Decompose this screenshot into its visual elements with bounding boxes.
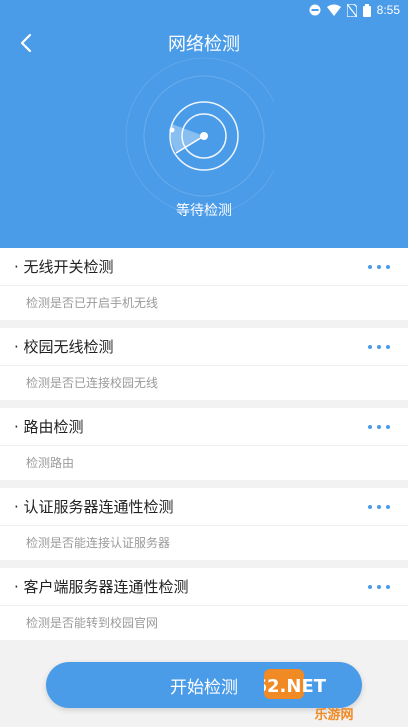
radar-icon: [125, 57, 274, 215]
status-time: 8:55: [376, 3, 400, 17]
check-item-desc: 检测路由: [26, 456, 75, 470]
check-item-router[interactable]: · 路由检测 检测路由: [0, 408, 408, 480]
divider: [0, 285, 408, 286]
no-sim-icon: [346, 3, 357, 17]
check-item-auth-server[interactable]: · 认证服务器连通性检测 检测是否能连接认证服务器: [0, 488, 408, 560]
page-title: 网络检测: [168, 34, 240, 55]
divider: [0, 445, 408, 446]
divider: [0, 365, 408, 366]
more-icon[interactable]: [368, 497, 390, 517]
watermark-logo: 962.NET 乐游网: [264, 669, 354, 723]
status-bar: 8:55: [0, 0, 408, 22]
wifi-icon: [326, 4, 341, 16]
more-icon[interactable]: [368, 337, 390, 357]
more-icon[interactable]: [368, 417, 390, 437]
dnd-icon: [309, 4, 321, 16]
check-item-title: · 校园无线检测: [14, 338, 114, 356]
detection-status-text: 等待检测: [176, 203, 232, 219]
check-item-desc: 检测是否能连接认证服务器: [26, 536, 171, 550]
check-item-desc: 检测是否已开启手机无线: [26, 296, 159, 310]
check-item-campus-wireless[interactable]: · 校园无线检测 检测是否已连接校园无线: [0, 328, 408, 400]
check-item-title: · 认证服务器连通性检测: [14, 498, 174, 516]
divider: [0, 525, 408, 526]
status-icons: 8:55: [309, 3, 400, 17]
check-list: · 无线开关检测 检测是否已开启手机无线 · 校园无线检测 检测是否已连接校园无…: [0, 248, 408, 648]
check-item-title: · 客户端服务器连通性检测: [14, 578, 189, 596]
check-item-title: · 路由检测: [14, 418, 84, 436]
check-item-desc: 检测是否能转到校园官网: [26, 616, 159, 630]
check-item-wireless-switch[interactable]: · 无线开关检测 检测是否已开启手机无线: [0, 248, 408, 320]
more-icon[interactable]: [368, 257, 390, 277]
more-icon[interactable]: [368, 577, 390, 597]
divider: [0, 605, 408, 606]
header: 8:55 网络检测 等待检测: [0, 0, 408, 248]
battery-icon: [362, 3, 371, 17]
title-bar: 网络检测: [0, 26, 408, 60]
watermark-sub: 乐游网: [314, 707, 353, 723]
check-item-title: · 无线开关检测: [14, 258, 114, 276]
check-item-desc: 检测是否已连接校园无线: [26, 376, 159, 390]
watermark-brand: 962.NET: [264, 676, 327, 697]
check-item-client-server[interactable]: · 客户端服务器连通性检测 检测是否能转到校园官网: [0, 568, 408, 640]
